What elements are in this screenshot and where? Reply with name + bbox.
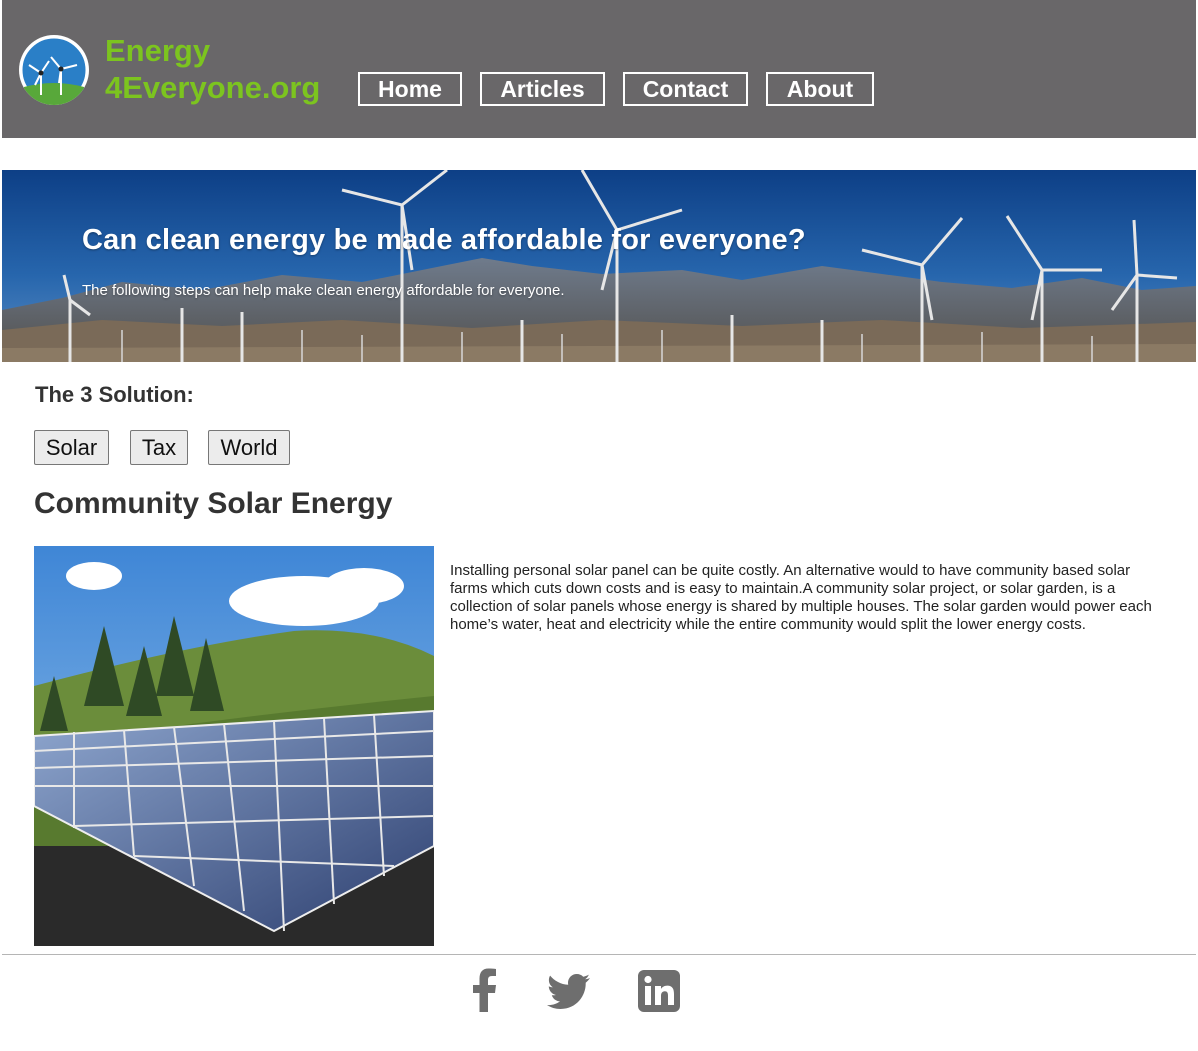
nav-articles-button[interactable]: Articles bbox=[480, 72, 605, 106]
tab-solar[interactable]: Solar bbox=[34, 430, 109, 465]
hero-subtitle: The following steps can help make clean … bbox=[82, 282, 565, 299]
linkedin-link[interactable] bbox=[634, 966, 684, 1016]
brand-line-2: 4Everyone.org bbox=[105, 70, 321, 105]
nav-home-button[interactable]: Home bbox=[358, 72, 462, 106]
nav-about-button[interactable]: About bbox=[766, 72, 874, 106]
brand-line-1: Energy bbox=[105, 33, 211, 68]
footer-divider bbox=[2, 954, 1196, 955]
tab-tax[interactable]: Tax bbox=[130, 430, 188, 465]
facebook-link[interactable] bbox=[460, 966, 510, 1016]
site-header: Energy 4Everyone.org Home Articles Conta… bbox=[2, 0, 1196, 138]
nav-contact-button[interactable]: Contact bbox=[623, 72, 748, 106]
twitter-icon bbox=[546, 974, 590, 1009]
site-logo[interactable] bbox=[19, 35, 89, 105]
content-description: Installing personal solar panel can be q… bbox=[450, 562, 1152, 633]
hero-title: Can clean energy be made affordable for … bbox=[82, 224, 806, 256]
hero-banner: Can clean energy be made affordable for … bbox=[2, 170, 1196, 362]
brand-name[interactable]: Energy 4Everyone.org bbox=[105, 32, 320, 106]
wind-farm-image bbox=[2, 170, 1196, 362]
section-title: Community Solar Energy bbox=[34, 487, 393, 520]
twitter-link[interactable] bbox=[544, 966, 594, 1016]
wind-turbine-icon bbox=[19, 35, 89, 105]
linkedin-icon bbox=[638, 970, 680, 1012]
facebook-icon bbox=[473, 968, 496, 1012]
tab-world[interactable]: World bbox=[208, 430, 290, 465]
solutions-heading: The 3 Solution: bbox=[35, 382, 194, 407]
solar-panel-image bbox=[34, 546, 434, 946]
